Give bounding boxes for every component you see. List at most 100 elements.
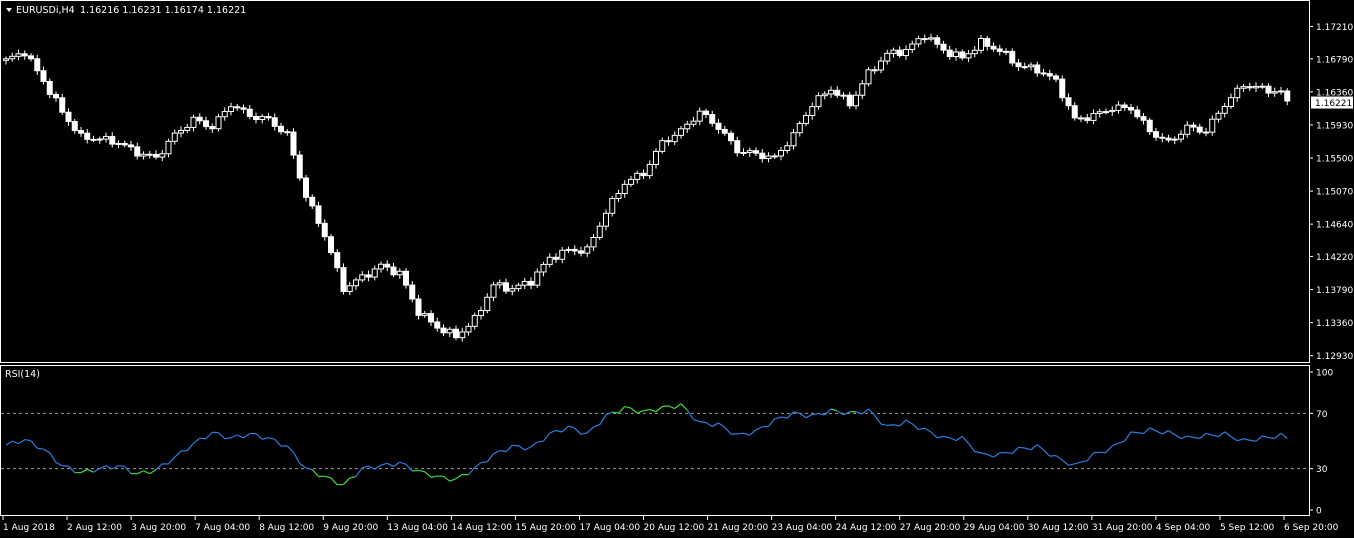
candle-body-bear xyxy=(1153,131,1159,138)
candle-body-bull xyxy=(890,49,897,54)
candle-body-bull xyxy=(971,49,978,55)
candle-body-bear xyxy=(721,128,728,134)
candle-body-bear xyxy=(1246,86,1253,89)
candle-body-bear xyxy=(1065,97,1072,107)
candle-body-bull xyxy=(9,55,16,60)
candle-body-bull xyxy=(1228,97,1234,107)
candle-body-bull xyxy=(684,123,691,130)
candle-body-bull xyxy=(621,183,628,195)
candle-body-bull xyxy=(221,111,228,118)
candle-body-bear xyxy=(728,132,734,142)
candle-body-bear xyxy=(1190,124,1197,128)
time-tick-label: 4 Sep 04:00 xyxy=(1156,523,1211,533)
candle-body-bull xyxy=(484,296,491,312)
candle-body-bull xyxy=(1221,105,1228,114)
candle-body-bull xyxy=(3,58,9,61)
candle-body-bull xyxy=(565,248,572,251)
time-tick-label: 31 Aug 20:00 xyxy=(1092,523,1153,533)
rsi-segment xyxy=(662,405,669,408)
candle-body-bear xyxy=(1203,131,1209,134)
time-tick-label: 3 Aug 20:00 xyxy=(131,523,186,533)
candle-body-bear xyxy=(334,252,341,269)
candle-body-bear xyxy=(234,106,241,109)
price-tick-label: 1.13790 xyxy=(1316,286,1353,296)
candle-body-bear xyxy=(309,196,316,207)
candle-body-bull xyxy=(928,37,934,40)
candle-body-bull xyxy=(584,246,591,254)
candle-body-bear xyxy=(390,266,397,276)
candle-body-bull xyxy=(978,38,984,51)
candle-body-bull xyxy=(659,140,666,152)
candle-body-bear xyxy=(1134,109,1141,118)
rsi-segment xyxy=(1130,431,1138,434)
candle-body-bear xyxy=(21,53,28,57)
candle-body-bear xyxy=(503,282,509,292)
candle-body-bull xyxy=(1278,90,1284,93)
trading-chart[interactable]: EURUSDi,H4 1.16216 1.16231 1.16174 1.162… xyxy=(0,0,1354,538)
candle-body-bull xyxy=(809,106,816,117)
rsi-segment xyxy=(537,440,544,443)
candle-body-bull xyxy=(184,126,191,131)
candle-body-bull xyxy=(178,129,184,134)
candle-body-bull xyxy=(1109,109,1116,113)
candle-body-bear xyxy=(1159,136,1166,139)
candle-body-bear xyxy=(134,146,141,157)
candle-body-bear xyxy=(1140,116,1147,121)
candle-body-bull xyxy=(803,115,809,124)
candle-body-bull xyxy=(778,149,784,157)
candle-body-bear xyxy=(240,107,247,110)
rsi-segment xyxy=(1005,451,1013,455)
candle-body-bull xyxy=(628,178,634,185)
time-tick-label: 17 Aug 04:00 xyxy=(579,523,640,533)
candle-body-bear xyxy=(196,116,203,122)
candle-body-bear xyxy=(990,45,997,50)
candle-body-bear xyxy=(528,280,534,286)
chart-background xyxy=(0,0,1354,538)
candle-body-bear xyxy=(34,58,41,72)
candle-body-bull xyxy=(821,93,828,97)
candle-body-bear xyxy=(1128,106,1134,111)
price-tick-label: 1.16790 xyxy=(1316,55,1353,65)
candle-body-bull xyxy=(1240,86,1247,89)
candle-body-bear xyxy=(28,55,34,60)
candle-body-bull xyxy=(690,120,697,125)
price-tick-label: 1.13360 xyxy=(1316,319,1353,329)
candle-body-bear xyxy=(753,150,759,154)
candle-body-bull xyxy=(1209,118,1216,133)
candle-body-bull xyxy=(478,310,484,316)
candle-body-bull xyxy=(534,271,541,286)
candle-body-bear xyxy=(1053,75,1059,80)
candle-body-bull xyxy=(346,285,353,292)
candle-body-bear xyxy=(665,140,672,143)
candle-body-bear xyxy=(384,263,391,268)
candle-body-bull xyxy=(1259,85,1266,88)
candle-body-bull xyxy=(965,53,972,59)
candle-body-bull xyxy=(590,236,597,248)
candle-body-bull xyxy=(653,150,659,165)
candle-body-bull xyxy=(1178,133,1184,140)
candle-body-bear xyxy=(321,222,328,238)
price-tick-label: 1.12930 xyxy=(1316,352,1353,362)
candle-body-bear xyxy=(1021,66,1028,69)
rsi-tick-label: 100 xyxy=(1316,369,1333,379)
candle-body-bull xyxy=(446,328,453,334)
candle-body-bull xyxy=(421,313,428,316)
candle-body-bull xyxy=(165,140,172,155)
rsi-segment xyxy=(737,432,744,435)
time-tick-label: 27 Aug 20:00 xyxy=(900,523,961,533)
candle-body-bull xyxy=(471,314,478,327)
candle-body-bear xyxy=(996,48,1003,52)
candle-body-bull xyxy=(1271,91,1278,94)
candle-body-bear xyxy=(246,108,253,117)
candle-body-bear xyxy=(1034,64,1041,74)
candle-body-bull xyxy=(615,193,622,199)
candle-body-bear xyxy=(1265,85,1272,94)
candle-body-bear xyxy=(1046,73,1053,77)
candle-body-bear xyxy=(453,328,459,339)
candle-body-bull xyxy=(765,155,772,160)
candle-body-bull xyxy=(509,288,516,292)
candle-body-bear xyxy=(1084,117,1091,121)
candle-body-bear xyxy=(53,93,59,99)
price-tick-label: 1.15500 xyxy=(1316,155,1353,165)
candle-body-bull xyxy=(746,150,753,153)
